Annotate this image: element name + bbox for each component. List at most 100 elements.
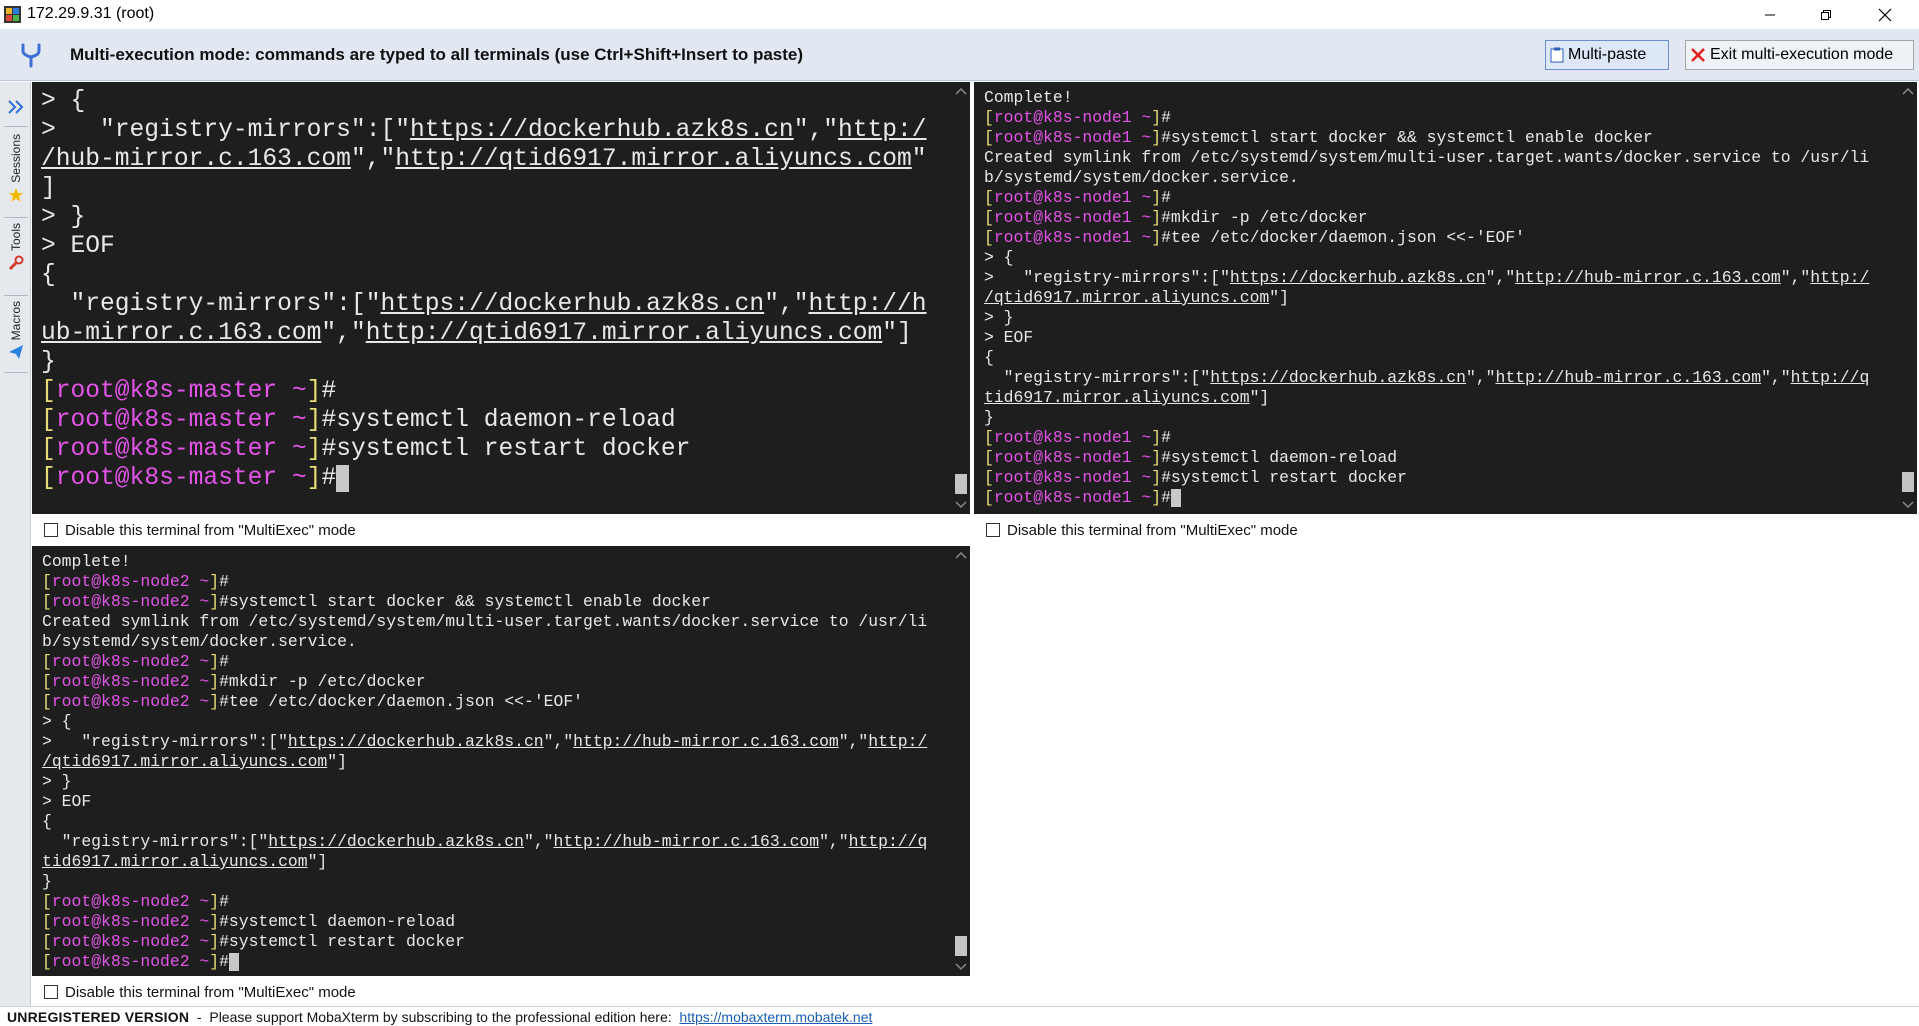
scroll-down-icon[interactable] (955, 500, 967, 510)
terminal-link[interactable]: https://dockerhub.azk8s.cn (268, 832, 524, 851)
terminal-text: ] (1151, 428, 1162, 447)
sidebar-tab-sessions[interactable]: Sessions (4, 134, 28, 203)
terminal-text: root@k8s-master ~ (55, 465, 307, 492)
restore-button[interactable] (1803, 0, 1849, 29)
multi-paste-button[interactable]: Multi-paste (1545, 40, 1669, 70)
terminal-text: "] (882, 320, 912, 347)
terminal-link[interactable]: https://dockerhub.azk8s.cn (410, 117, 794, 144)
multiexec-fork-icon (21, 43, 41, 68)
terminal-text: ] (1151, 188, 1162, 207)
terminal-link[interactable]: http:/ (868, 732, 927, 751)
terminal-text: root@k8s-node2 ~ (51, 572, 210, 591)
terminal-text: [ (41, 436, 56, 463)
minimize-button[interactable] (1747, 0, 1793, 29)
close-window-button[interactable] (1862, 0, 1908, 29)
terminal-line: "registry-mirrors":["https://dockerhub.a… (42, 832, 928, 852)
terminal-line: [root@k8s-node2 ~]#systemctl daemon-relo… (42, 912, 927, 932)
terminal-text: "," (543, 732, 574, 751)
terminal-link[interactable]: https://dockerhub.azk8s.cn (1230, 268, 1486, 287)
terminal-link[interactable]: http://qtid6917.mirror.aliyuncs.com (395, 146, 912, 173)
terminal-line: > EOF (984, 328, 1869, 348)
terminal-link[interactable]: /hub-mirror.c.163.com (41, 146, 351, 173)
terminal-link[interactable]: http://qtid6917.mirror.aliyuncs.com (366, 320, 883, 347)
terminal-line: /qtid6917.mirror.aliyuncs.com"] (984, 288, 1869, 308)
terminal-link[interactable]: http://h (808, 291, 926, 318)
terminal-text: " (911, 146, 927, 173)
terminal-text: > { (984, 248, 1014, 267)
terminal-link[interactable]: http:/ (1810, 268, 1869, 287)
terminal-link[interactable]: http://hub-mirror.c.163.com (554, 832, 820, 851)
disable-multiexec-checkbox-node2[interactable] (44, 985, 58, 999)
terminal-text: [ (41, 378, 56, 405)
terminal-text: "," (838, 732, 869, 751)
scroll-down-icon[interactable] (955, 962, 967, 972)
terminal-link[interactable]: http:/ (838, 117, 927, 144)
terminal-text: ] (209, 672, 220, 691)
terminal-link[interactable]: http://q (849, 832, 928, 851)
terminal-pane-master[interactable]: > {> "registry-mirrors":["https://docker… (32, 82, 952, 514)
terminal-link[interactable]: tid6917.mirror.aliyuncs.com (42, 852, 308, 871)
terminal-link[interactable]: http://hub-mirror.c.163.com (1496, 368, 1762, 387)
star-icon (9, 187, 23, 202)
status-bar: UNREGISTERED VERSION - Please support Mo… (0, 1006, 1919, 1026)
terminal-line: [root@k8s-node2 ~]#mkdir -p /etc/docker (42, 672, 927, 692)
terminal-line: > { (984, 248, 1869, 268)
terminal-pane-node2[interactable]: Complete! [root@k8s-node2 ~]# [root@k8s-no… (32, 546, 952, 976)
terminal-text: # (1161, 488, 1171, 507)
terminal-link[interactable]: https://dockerhub.azk8s.cn (380, 291, 764, 318)
terminal-line: [root@k8s-node1 ~]#mkdir -p /etc/docker (984, 208, 1869, 228)
scroll-up-icon[interactable] (1902, 86, 1914, 96)
terminal-text: # (321, 465, 337, 492)
double-chevron-right-icon[interactable] (6, 98, 26, 116)
terminal-output-master: > {> "registry-mirrors":["https://docker… (41, 87, 927, 493)
scrollbar-thumb[interactable] (955, 936, 967, 956)
scroll-down-icon[interactable] (1902, 500, 1914, 510)
terminal-link[interactable]: ub-mirror.c.163.com (41, 320, 321, 347)
scrollbar-node2[interactable] (952, 546, 970, 976)
exit-multiexec-button[interactable]: Exit multi-execution mode (1685, 40, 1914, 70)
mobaxterm-link[interactable]: https://mobaxterm.mobatek.net (679, 1009, 872, 1025)
terminal-text: "," (350, 146, 396, 173)
disable-multiexec-checkbox-master[interactable] (44, 523, 58, 537)
terminal-text: b/systemd/system/docker.service. (984, 168, 1299, 187)
terminal-link[interactable]: /qtid6917.mirror.aliyuncs.com (984, 288, 1269, 307)
terminal-text: ] (209, 652, 220, 671)
terminal-text: Created symlink from /etc/systemd/system… (984, 148, 1870, 167)
terminal-text: root@k8s-node2 ~ (51, 952, 210, 971)
terminal-text: "registry-mirrors":[" (984, 368, 1211, 387)
disable-multiexec-checkbox-node1[interactable] (986, 523, 1000, 537)
terminal-link[interactable]: http://hub-mirror.c.163.com (573, 732, 839, 751)
sidebar-tab-macros[interactable]: Macros (4, 301, 28, 360)
scroll-up-icon[interactable] (955, 86, 967, 96)
terminal-line: > "registry-mirrors":["https://dockerhub… (42, 732, 927, 752)
terminal-link[interactable]: /qtid6917.mirror.aliyuncs.com (42, 752, 327, 771)
terminal-text: ] (209, 912, 220, 931)
scrollbar-node1[interactable] (1899, 82, 1917, 514)
minimize-icon (1765, 14, 1775, 15)
terminal-text: ] (1151, 128, 1162, 147)
support-message: - Please support MobaXterm by subscribin… (189, 1008, 680, 1025)
terminal-text: } (42, 872, 52, 891)
terminal-link[interactable]: http://q (1791, 368, 1870, 387)
terminal-text: #systemctl daemon-reload (219, 912, 456, 931)
scroll-up-icon[interactable] (955, 550, 967, 560)
terminal-text: root@k8s-master ~ (55, 407, 307, 434)
multi-paste-label: Multi-paste (1568, 46, 1647, 63)
scrollbar-thumb[interactable] (955, 474, 967, 494)
terminal-text: # (219, 952, 229, 971)
scrollbar-thumb[interactable] (1902, 472, 1914, 492)
terminal-link[interactable]: http://hub-mirror.c.163.com (1515, 268, 1781, 287)
terminal-line: [root@k8s-node2 ~]# (42, 952, 927, 972)
terminal-link[interactable]: https://dockerhub.azk8s.cn (288, 732, 544, 751)
macros-tab-label: Macros (9, 301, 23, 341)
terminal-text: ] (306, 465, 322, 492)
terminal-link[interactable]: tid6917.mirror.aliyuncs.com (984, 388, 1250, 407)
terminal-link[interactable]: https://dockerhub.azk8s.cn (1210, 368, 1466, 387)
terminal-text: ] (1151, 228, 1162, 247)
multiexec-toggle-master: Disable this terminal from "MultiExec" m… (32, 516, 970, 544)
terminal-pane-node1[interactable]: Complete! [root@k8s-node1 ~]# [root@k8s-no… (974, 82, 1899, 514)
scrollbar-master[interactable] (952, 82, 970, 514)
disable-multiexec-label: Disable this terminal from "MultiExec" m… (65, 521, 356, 539)
terminal-text: root@k8s-node1 ~ (993, 228, 1152, 247)
sidebar-tab-tools[interactable]: Tools (4, 223, 28, 271)
